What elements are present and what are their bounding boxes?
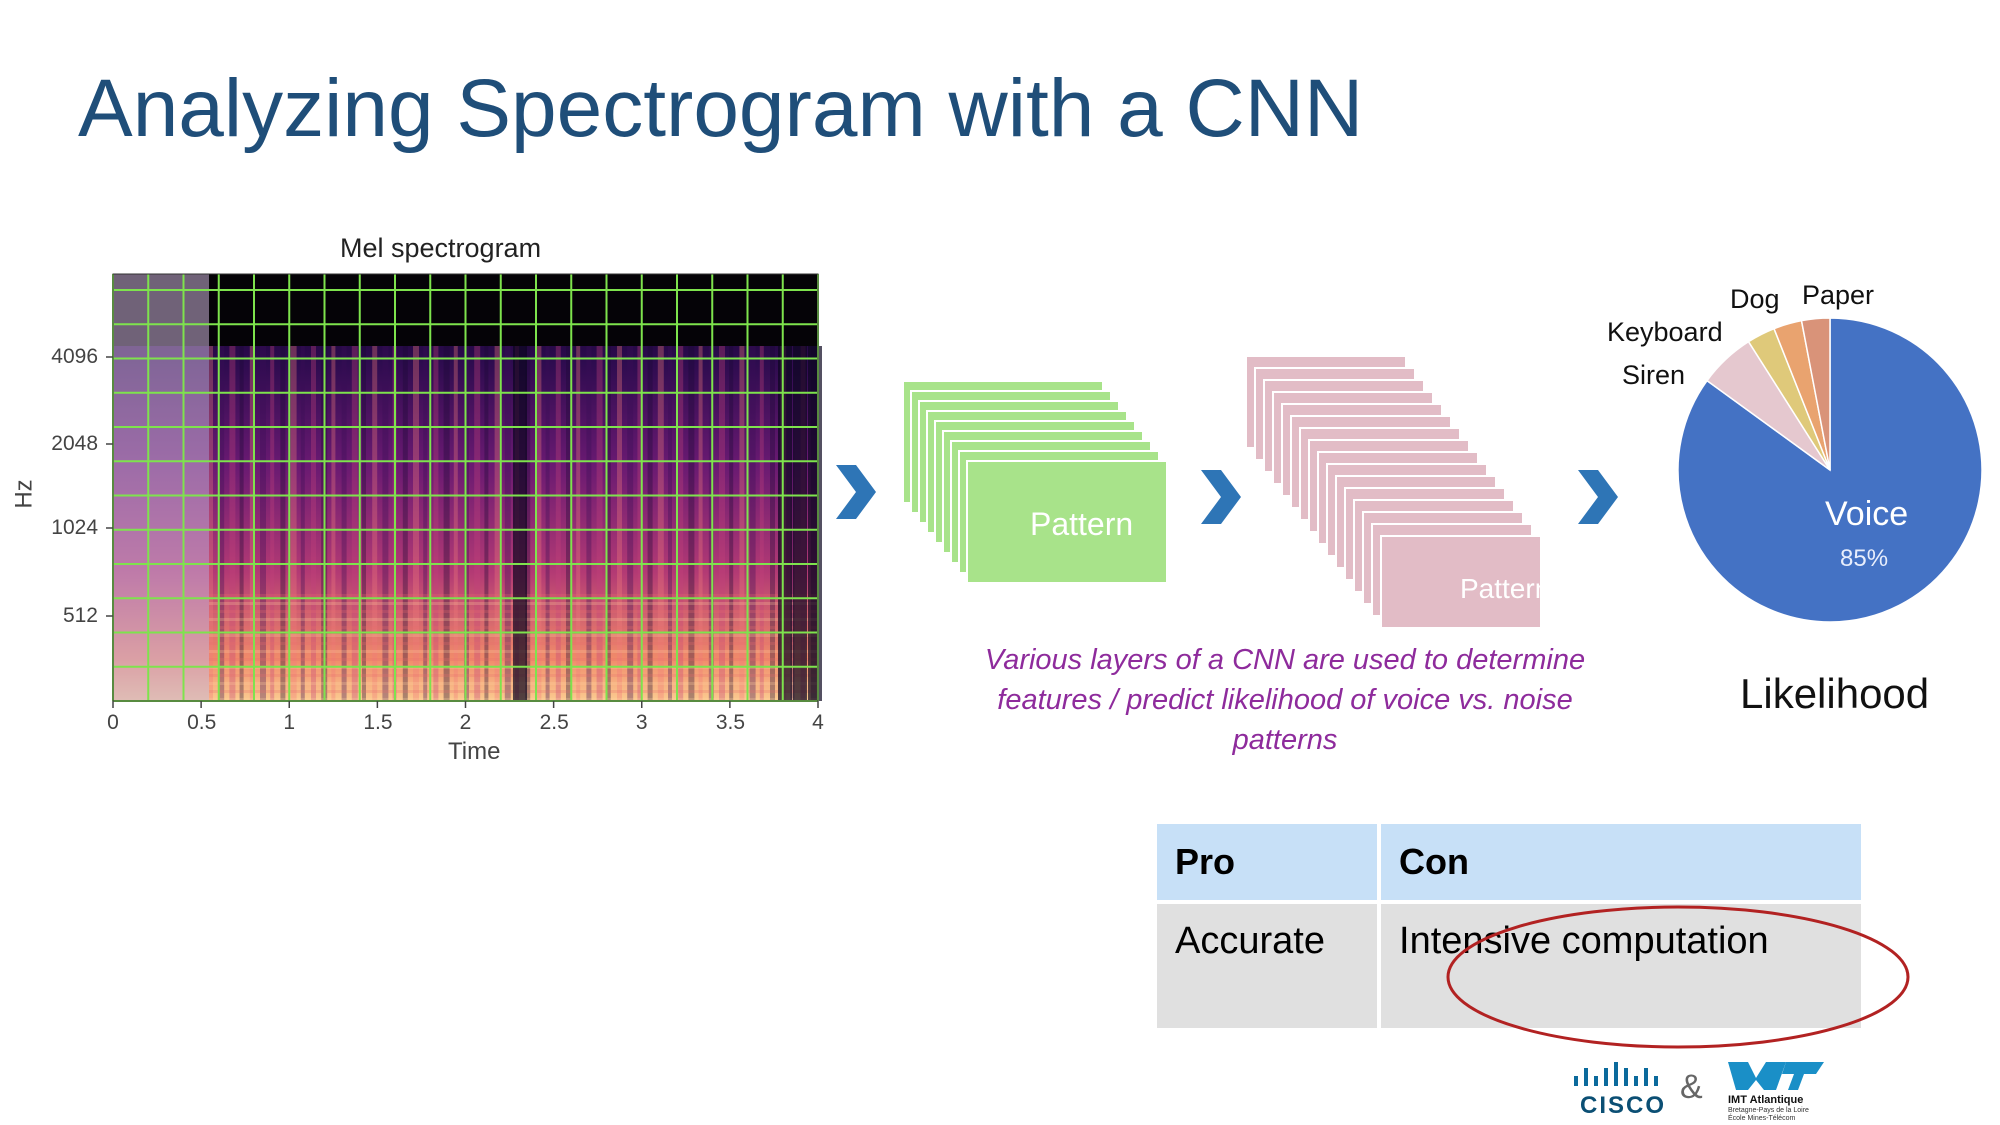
- pie-footer-likelihood: Likelihood: [1740, 670, 1930, 717]
- x-tick-label: 1.5: [363, 711, 393, 734]
- table-header-con: Con: [1381, 824, 1861, 900]
- y-tick-label: 512: [62, 604, 98, 627]
- x-tick-label: 0.5: [187, 711, 217, 734]
- arrow-right-icon: [1578, 470, 1618, 524]
- cisco-logo-text: CISCO: [1580, 1092, 1667, 1119]
- pie-label-keyboard: Keyboard: [1607, 317, 1723, 347]
- pie-label-siren: Siren: [1622, 360, 1686, 390]
- x-tick-label: 2: [459, 711, 472, 734]
- cnn-layer-2-label: Pattern: [1460, 573, 1551, 604]
- imt-logo-line2: Bretagne-Pays de la Loire: [1728, 1107, 1809, 1114]
- pie-label-dog: Dog: [1730, 284, 1780, 314]
- table-header-pro: Pro: [1157, 824, 1378, 900]
- y-tick-label: 4096: [51, 345, 98, 368]
- arrow-right-icon: [836, 465, 876, 519]
- x-tick-label: 1: [283, 711, 296, 734]
- pie-value-voice: 85%: [1840, 545, 1889, 572]
- pie-label-voice: Voice: [1825, 495, 1909, 533]
- highlight-ellipse: [1446, 905, 1910, 1049]
- imt-logo-line3: École Mines-Télécom: [1728, 1115, 1796, 1122]
- x-tick-label: 0: [107, 711, 119, 734]
- arrow-right-icon: [1201, 470, 1241, 524]
- imt-logo-name: IMT Atlantique: [1728, 1094, 1804, 1106]
- x-tick-label: 2.5: [539, 711, 569, 734]
- table-header-row: Pro Con: [1157, 824, 1861, 900]
- cnn-layer-1-label: Pattern: [1030, 506, 1134, 542]
- cnn-caption: Various layers of a CNN are used to dete…: [984, 644, 1586, 756]
- spectrogram-xlabel: Time: [448, 738, 501, 765]
- spectrogram-image: [112, 273, 822, 702]
- table-cell-pro: Accurate: [1157, 904, 1378, 1028]
- pie-label-paper: Paper: [1802, 280, 1875, 310]
- x-tick-label: 3: [635, 711, 648, 734]
- x-tick-label: 3.5: [715, 711, 746, 734]
- y-tick-label: 2048: [51, 432, 98, 455]
- imt-atlantique-logo-icon: [1728, 1062, 1824, 1090]
- x-tick-label: 4: [812, 711, 824, 734]
- likelihood-pie-chart: [1677, 317, 1983, 623]
- logo-ampersand: &: [1680, 1068, 1703, 1106]
- y-tick-label: 1024: [51, 516, 98, 539]
- spectrogram-ylabel: Hz: [10, 479, 38, 509]
